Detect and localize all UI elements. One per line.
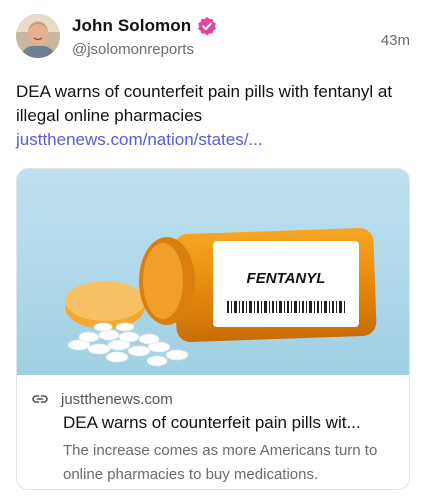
post-text: DEA warns of counterfeit pain pills with… bbox=[16, 82, 393, 125]
card-title[interactable]: DEA warns of counterfeit pain pills wit.… bbox=[63, 411, 403, 435]
author-handle[interactable]: @jsolomonreports bbox=[72, 41, 194, 58]
link-preview-card[interactable]: FENTANYL justthenews.com DEA warns of co… bbox=[16, 168, 410, 490]
card-domain: justthenews.com bbox=[61, 390, 173, 408]
avatar[interactable] bbox=[16, 14, 60, 58]
card-image: FENTANYL bbox=[17, 169, 409, 375]
post-timestamp[interactable]: 43m bbox=[381, 32, 410, 49]
bottle-label-text: FENTANYL bbox=[247, 270, 326, 287]
author-name[interactable]: John Solomon bbox=[72, 16, 191, 36]
post-body: DEA warns of counterfeit pain pills with… bbox=[16, 80, 412, 152]
author-name-row: John Solomon bbox=[72, 16, 217, 36]
card-description: The increase comes as more Americans tur… bbox=[63, 442, 378, 483]
card-meta: justthenews.com DEA warns of counterfeit… bbox=[17, 375, 409, 487]
link-icon bbox=[31, 390, 49, 408]
verified-badge-icon bbox=[197, 16, 217, 36]
avatar-image bbox=[16, 14, 60, 58]
post-link[interactable]: justthenews.com/nation/states/... bbox=[16, 128, 412, 152]
card-domain-row: justthenews.com bbox=[31, 389, 397, 409]
post-header: John Solomon @jsolomonreports 43m bbox=[16, 14, 410, 66]
